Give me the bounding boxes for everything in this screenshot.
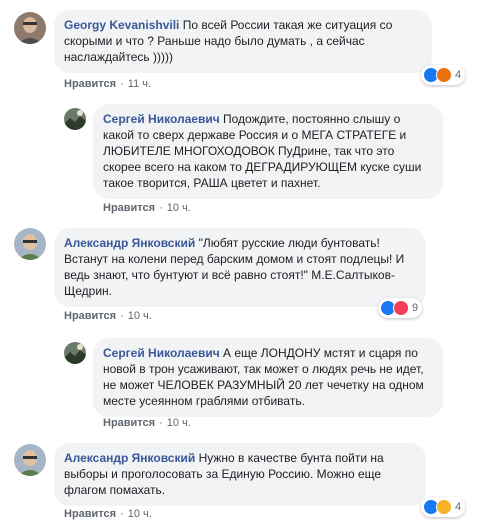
comment-actions: Нравится · 10 ч. (64, 310, 152, 322)
comment-author[interactable]: Georgy Kevanishvili (64, 18, 179, 32)
avatar[interactable] (14, 444, 46, 476)
comment-time[interactable]: 11 ч. (128, 78, 151, 90)
reaction-summary[interactable]: 9 (378, 298, 423, 318)
comment-time[interactable]: 10 ч. (128, 310, 152, 322)
separator-dot: · (159, 417, 163, 429)
like-button[interactable]: Нравится (64, 310, 116, 322)
haha-reaction-icon (436, 499, 452, 515)
comment-author[interactable]: Сергей Николаевич (103, 112, 220, 126)
comment-time[interactable]: 10 ч. (167, 202, 191, 214)
reaction-count: 4 (455, 501, 462, 513)
heart-reaction-icon (393, 300, 409, 316)
angry-reaction-icon (436, 67, 452, 83)
separator-dot: · (120, 508, 124, 520)
comment-time[interactable]: 10 ч. (128, 508, 152, 520)
avatar[interactable] (14, 228, 46, 260)
comment-actions: Нравится · 10 ч. (64, 508, 152, 520)
like-button[interactable]: Нравится (103, 417, 155, 429)
separator-dot: · (159, 202, 163, 214)
avatar[interactable] (64, 108, 86, 130)
avatar[interactable] (64, 342, 86, 364)
comment-author[interactable]: Александр Янковский (64, 236, 195, 250)
comment-actions: Нравится · 11 ч. (64, 78, 151, 90)
reaction-summary[interactable]: 4 (421, 65, 466, 85)
avatar[interactable] (14, 12, 46, 44)
comment-time[interactable]: 10 ч. (167, 417, 191, 429)
comment-author[interactable]: Александр Янковский (64, 451, 195, 465)
comment-actions: Нравится · 10 ч. (103, 202, 191, 214)
like-button[interactable]: Нравится (103, 202, 155, 214)
comment-bubble: Сергей Николаевич Подождите, постоянно с… (93, 104, 443, 199)
comment-author[interactable]: Сергей Николаевич (103, 346, 220, 360)
comment-bubble: Сергей Николаевич А еще ЛОНДОНУ мстят и … (93, 338, 443, 417)
reaction-summary[interactable]: 4 (421, 497, 466, 517)
separator-dot: · (120, 310, 124, 322)
comment-bubble: Александр Янковский "Любят русские люди … (54, 228, 426, 307)
reaction-count: 4 (455, 69, 462, 81)
like-button[interactable]: Нравится (64, 508, 116, 520)
separator-dot: · (120, 78, 124, 90)
comment-bubble: Александр Янковский Нужно в качестве бун… (54, 443, 426, 506)
reaction-count: 9 (412, 302, 419, 314)
comment-bubble: Georgy Kevanishvili По всей России такая… (54, 10, 432, 73)
comment-actions: Нравится · 10 ч. (103, 417, 191, 429)
like-button[interactable]: Нравится (64, 78, 116, 90)
